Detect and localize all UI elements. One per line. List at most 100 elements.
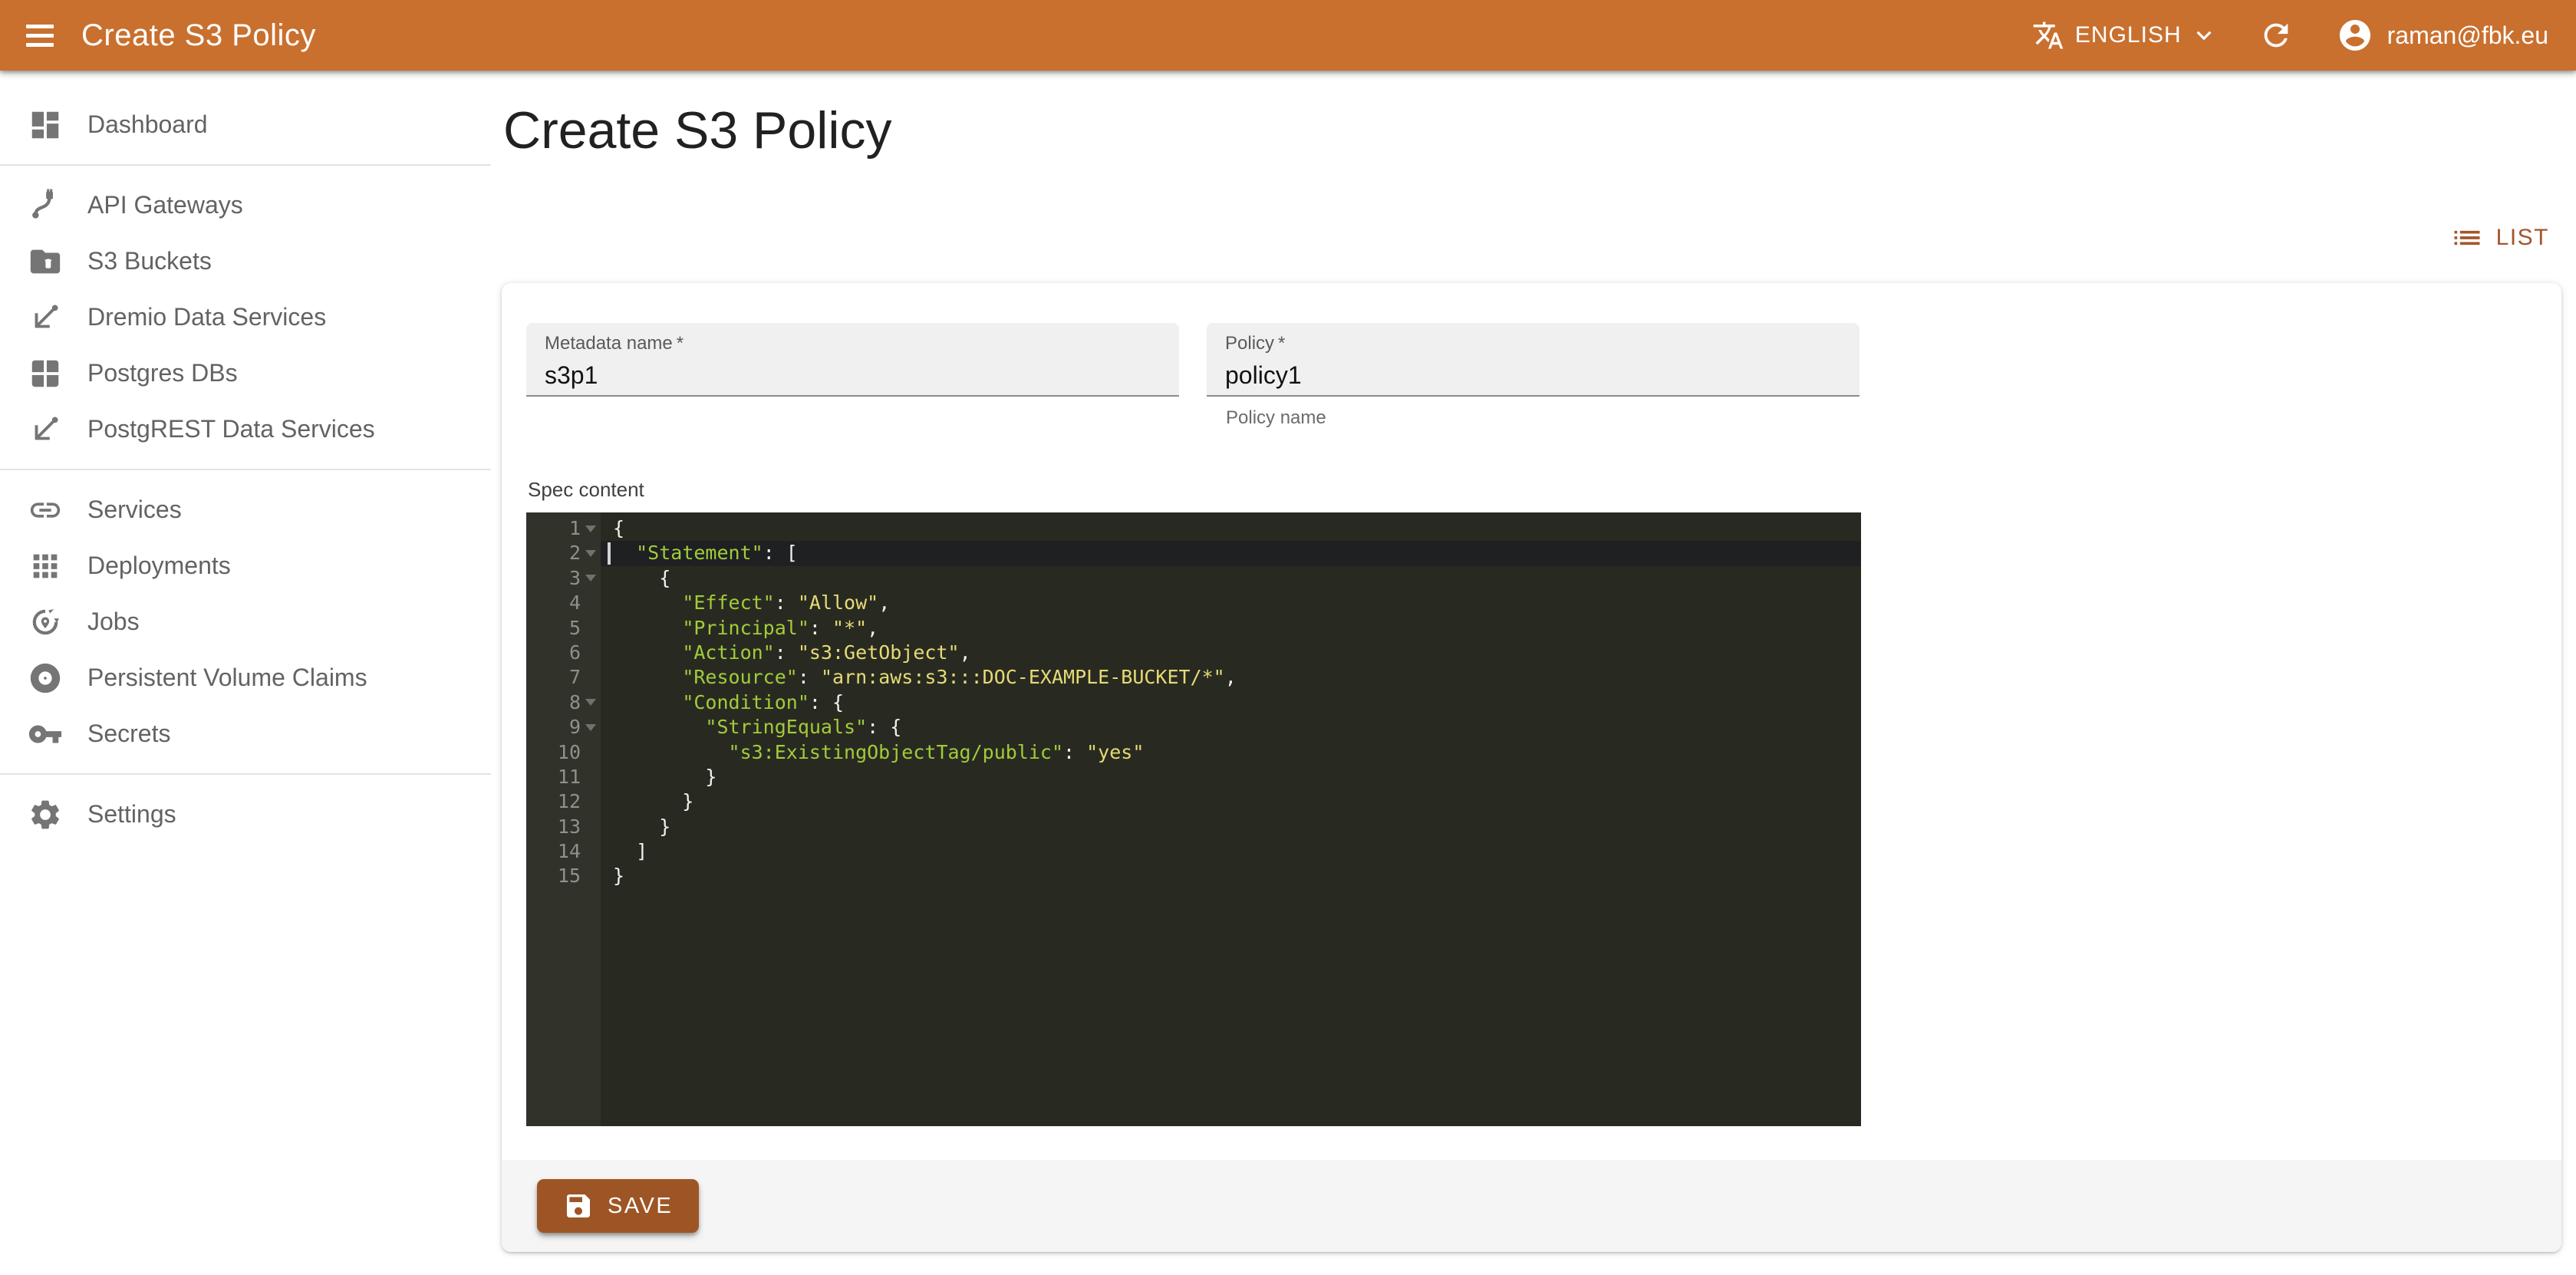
sidebar-item-label: Dremio Data Services: [87, 303, 326, 331]
editor-code-line-15[interactable]: }: [613, 864, 1861, 888]
sidebar-item-jobs[interactable]: Jobs: [0, 594, 491, 650]
policy-helper-text: Policy name: [1226, 407, 1860, 429]
editor-code-line-9[interactable]: "StringEquals": {: [613, 715, 1861, 740]
editor-code-line-12[interactable]: }: [613, 789, 1861, 814]
language-label: ENGLISH: [2075, 22, 2182, 48]
spec-content-editor[interactable]: 123456789101112131415 { "Statement": [ {…: [526, 512, 1861, 1126]
policy-label: Policy*: [1225, 333, 1841, 354]
editor-code-line-13[interactable]: }: [613, 815, 1861, 839]
sidebar-item-dremio-data-services[interactable]: Dremio Data Services: [0, 289, 491, 345]
main-content: Create S3 Policy LIST Metadata name* s3p…: [491, 71, 2576, 1275]
sidebar-item-deployments[interactable]: Deployments: [0, 538, 491, 594]
sidebar-item-label: Services: [87, 496, 182, 524]
sidebar-item-label: S3 Buckets: [87, 247, 212, 275]
save-icon: [563, 1191, 594, 1221]
editor-gutter: 123456789101112131415: [526, 512, 601, 1126]
sidebar-item-label: Persistent Volume Claims: [87, 664, 367, 692]
chevron-down-icon: [2189, 21, 2219, 50]
editor-code-line-4[interactable]: "Effect": "Allow",: [613, 591, 1861, 615]
create-form-card: Metadata name* s3p1 Policy* policy1 Po: [502, 283, 2561, 1252]
editor-gutter-line[interactable]: 1: [526, 516, 601, 541]
editor-code-line-6[interactable]: "Action": "s3:GetObject",: [613, 641, 1861, 665]
sidebar-item-secrets[interactable]: Secrets: [0, 706, 491, 762]
sidebar-item-persistent-volume-claims[interactable]: Persistent Volume Claims: [0, 650, 491, 706]
sidebar-divider: [0, 773, 491, 775]
sidebar-item-label: Settings: [87, 800, 176, 829]
editor-code-line-2[interactable]: "Statement": [: [601, 541, 1861, 565]
editor-gutter-line: 6: [526, 641, 601, 665]
sidebar-divider: [0, 469, 491, 470]
data-services-icon: [28, 300, 63, 335]
services-icon: [28, 493, 63, 528]
editor-code-line-1[interactable]: {: [613, 516, 1861, 541]
s3-buckets-icon: [28, 244, 63, 279]
language-selector[interactable]: ENGLISH: [2032, 19, 2219, 51]
editor-cursor: [608, 542, 611, 565]
editor-gutter-line: 7: [526, 665, 601, 690]
refresh-button[interactable]: [2258, 18, 2294, 53]
secrets-icon: [28, 717, 63, 752]
editor-code-line-11[interactable]: }: [613, 765, 1861, 789]
sidebar-item-services[interactable]: Services: [0, 482, 491, 538]
sidebar-item-label: Dashboard: [87, 110, 208, 139]
save-button[interactable]: SAVE: [537, 1179, 699, 1233]
list-button[interactable]: LIST: [2439, 215, 2560, 261]
editor-gutter-line: 5: [526, 616, 601, 641]
menu-icon[interactable]: [17, 12, 63, 58]
editor-code-line-14[interactable]: ]: [613, 839, 1861, 864]
settings-icon: [28, 797, 63, 832]
sidebar: Dashboard API Gateways S3 Buckets Dremio Da…: [0, 71, 491, 1275]
refresh-icon: [2258, 18, 2294, 53]
sidebar-item-api-gateways[interactable]: API Gateways: [0, 177, 491, 233]
sidebar-item-label: Secrets: [87, 720, 170, 748]
fold-arrow-icon[interactable]: [585, 699, 596, 706]
account-circle-icon: [2337, 17, 2373, 54]
editor-code[interactable]: { "Statement": [ { "Effect": "Allow", "P…: [601, 512, 1861, 1126]
editor-code-line-10[interactable]: "s3:ExistingObjectTag/public": "yes": [613, 740, 1861, 765]
editor-code-line-3[interactable]: {: [613, 566, 1861, 591]
spec-content-label: Spec content: [528, 478, 2537, 502]
sidebar-item-label: Postgres DBs: [87, 359, 238, 387]
editor-gutter-line[interactable]: 2: [526, 541, 601, 565]
page-title: Create S3 Policy: [503, 100, 2561, 161]
sidebar-divider: [0, 164, 491, 166]
editor-code-line-5[interactable]: "Principal": "*",: [613, 616, 1861, 641]
editor-gutter-line[interactable]: 3: [526, 566, 601, 591]
jobs-icon: [28, 605, 63, 640]
api-gateways-icon: [28, 188, 63, 223]
sidebar-item-postgres-dbs[interactable]: Postgres DBs: [0, 345, 491, 401]
postgres-dbs-icon: [28, 356, 63, 391]
fold-arrow-icon[interactable]: [585, 724, 596, 731]
editor-gutter-line: 11: [526, 765, 601, 789]
sidebar-item-label: Deployments: [87, 552, 231, 580]
editor-gutter-line: 13: [526, 815, 601, 839]
fold-arrow-icon[interactable]: [585, 550, 596, 557]
deployments-icon: [28, 549, 63, 584]
editor-gutter-line: 4: [526, 591, 601, 615]
editor-gutter-line: 12: [526, 789, 601, 814]
policy-value: policy1: [1225, 361, 1841, 390]
metadata-name-label: Metadata name*: [545, 333, 1161, 354]
sidebar-item-postgrest-data-services[interactable]: PostgREST Data Services: [0, 401, 491, 457]
translate-icon: [2032, 19, 2064, 51]
sidebar-item-label: Jobs: [87, 608, 140, 636]
metadata-name-field[interactable]: Metadata name* s3p1: [526, 323, 1179, 397]
sidebar-item-dashboard[interactable]: Dashboard: [0, 97, 491, 153]
sidebar-item-settings[interactable]: Settings: [0, 786, 491, 842]
editor-code-line-8[interactable]: "Condition": {: [613, 690, 1861, 715]
list-button-label: LIST: [2496, 225, 2549, 251]
user-menu[interactable]: raman@fbk.eu: [2337, 17, 2548, 54]
policy-field[interactable]: Policy* policy1: [1207, 323, 1860, 397]
form-toolbar: SAVE: [502, 1160, 2561, 1252]
editor-gutter-line: 14: [526, 839, 601, 864]
app-bar-title: Create S3 Policy: [81, 18, 316, 53]
editor-code-line-7[interactable]: "Resource": "arn:aws:s3:::DOC-EXAMPLE-BU…: [613, 665, 1861, 690]
fold-arrow-icon[interactable]: [585, 575, 596, 581]
editor-gutter-line[interactable]: 8: [526, 690, 601, 715]
fold-arrow-icon[interactable]: [585, 525, 596, 532]
pvc-icon: [28, 661, 63, 696]
editor-gutter-line[interactable]: 9: [526, 715, 601, 740]
metadata-name-value: s3p1: [545, 361, 1161, 390]
save-button-label: SAVE: [608, 1194, 673, 1219]
sidebar-item-s3-buckets[interactable]: S3 Buckets: [0, 233, 491, 289]
